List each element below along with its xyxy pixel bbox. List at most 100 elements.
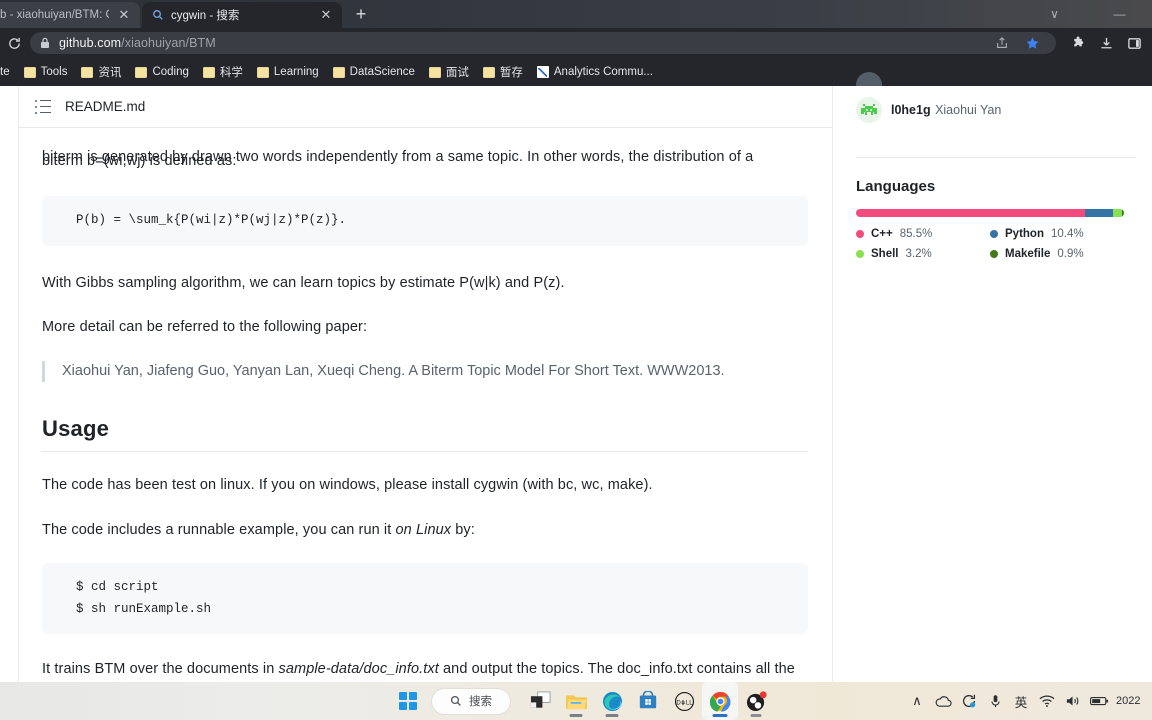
folder-icon [23, 66, 36, 78]
paragraph-gibbs: With Gibbs sampling algorithm, we can le… [42, 274, 565, 291]
sidebar-divider [856, 157, 1136, 158]
url-domain: github.com [59, 36, 122, 50]
language-legend-item[interactable]: Python 10.4% [990, 228, 1124, 240]
chart-icon [536, 66, 549, 78]
bookmark-label: Tools [40, 66, 68, 78]
browser-tab-0[interactable]: b - xiaohuiyan/BTM: Cod ✕ [0, 2, 140, 28]
list-unordered-icon[interactable] [35, 99, 51, 114]
bookmark-star-icon[interactable] [1018, 29, 1046, 57]
language-percent: 0.9% [1057, 248, 1084, 260]
paragraph-linux-note: The code has been test on linux. If you … [42, 477, 653, 494]
run-text-a: The code includes a runnable example, yo… [42, 521, 396, 538]
page-scrollbar[interactable] [1142, 86, 1152, 682]
language-bar-segment-makefile[interactable] [1121, 209, 1124, 217]
omnibox-actions [988, 29, 1046, 57]
code-line: $ sh runExample.sh [76, 601, 212, 616]
lock-icon [40, 37, 51, 49]
bookmark-item-6[interactable]: DataScience [326, 61, 422, 83]
tab-strip: b - xiaohuiyan/BTM: Cod ✕ cygwin - 搜索 ✕ … [0, 0, 1152, 28]
show-hidden-icons-icon[interactable]: ∧ [904, 682, 930, 720]
reload-icon[interactable] [0, 29, 28, 57]
active-indicator [712, 714, 728, 717]
bookmark-item-0[interactable]: te [0, 61, 17, 83]
code-line: $ cd script [76, 580, 159, 595]
battery-icon[interactable] [1086, 682, 1112, 720]
url-text: github.com/xiaohuiyan/BTM [59, 36, 216, 50]
ime-language-icon[interactable]: 英 [1008, 682, 1034, 720]
bookmark-item-9[interactable]: Analytics Commu... [530, 61, 660, 83]
language-legend-item[interactable]: C++ 85.5% [856, 228, 990, 240]
microphone-icon[interactable] [982, 682, 1008, 720]
bookmark-label: 暂存 [499, 67, 523, 79]
obs-icon[interactable] [738, 682, 774, 720]
run-text-em: on Linux [395, 521, 452, 538]
dell-icon[interactable]: D⋕LL [666, 682, 702, 720]
taskbar-clock[interactable]: 2022 [1112, 695, 1146, 708]
onedrive-icon[interactable] [930, 682, 956, 720]
language-color-dot [990, 230, 998, 238]
bookmark-item-4[interactable]: 科学 [196, 61, 250, 83]
bookmark-label: DataScience [349, 66, 415, 78]
languages-bar [856, 209, 1124, 217]
new-tab-button[interactable]: + [350, 4, 372, 26]
update-icon[interactable] [956, 682, 982, 720]
file-explorer-icon[interactable] [558, 682, 594, 720]
taskbar-center-group: 搜索 D⋕LL [390, 682, 774, 720]
share-icon[interactable] [988, 29, 1016, 57]
svg-text:D⋕LL: D⋕LL [676, 699, 693, 706]
bookmarks-bar: te Tools 资讯 Coding 科学 Learning DataScien… [0, 58, 1152, 86]
bookmark-item-3[interactable]: Coding [128, 61, 195, 83]
readme-right-rule [832, 86, 833, 682]
edge-icon[interactable] [594, 682, 630, 720]
language-legend-item[interactable]: Makefile 0.9% [990, 248, 1124, 260]
paragraph-more-detail: More detail can be referred to the follo… [42, 319, 368, 336]
active-indicator [569, 714, 583, 717]
wifi-icon[interactable] [1034, 682, 1060, 720]
search-icon [152, 9, 164, 21]
bookmark-label: 面试 [445, 67, 469, 79]
folder-icon [202, 66, 215, 78]
language-bar-segment-shell[interactable] [1112, 209, 1122, 217]
start-button[interactable] [390, 682, 426, 720]
languages-heading: Languages [856, 178, 936, 195]
search-icon [450, 695, 461, 706]
extensions-icon[interactable] [1064, 29, 1092, 57]
chrome-icon[interactable] [702, 682, 738, 720]
run-text-b: by: [451, 521, 475, 538]
minimize-icon[interactable]: — [1087, 0, 1152, 28]
contributor-row[interactable]: l0he1g Xiaohui Yan [856, 97, 1136, 123]
bookmark-item-2[interactable]: 资讯 [74, 61, 128, 83]
contributor-avatar-clipped[interactable] [856, 72, 882, 86]
language-color-dot [856, 250, 864, 258]
address-bar[interactable]: github.com/xiaohuiyan/BTM [30, 32, 1056, 54]
microsoft-store-icon[interactable] [630, 682, 666, 720]
side-panel-icon[interactable] [1120, 29, 1148, 57]
download-icon[interactable] [1092, 29, 1120, 57]
volume-icon[interactable] [1060, 682, 1086, 720]
close-icon[interactable]: ✕ [318, 7, 334, 23]
bookmark-item-8[interactable]: 暂存 [476, 61, 530, 83]
bookmark-item-7[interactable]: 面试 [422, 61, 476, 83]
language-color-dot [990, 250, 998, 258]
language-percent: 85.5% [899, 228, 933, 240]
language-bar-segment-python[interactable] [1085, 209, 1113, 217]
language-name: Python [1005, 228, 1044, 240]
browser-tab-1[interactable]: cygwin - 搜索 ✕ [142, 2, 342, 28]
search-placeholder: 搜索 [469, 696, 492, 708]
close-icon[interactable]: ✕ [116, 7, 132, 23]
windows-logo-icon [399, 692, 417, 710]
bookmark-item-1[interactable]: Tools [17, 61, 75, 83]
bookmark-label: 科学 [219, 67, 243, 79]
tab-search-chevron-down-icon[interactable]: ∨ [1022, 0, 1087, 28]
language-legend-item[interactable]: Shell 3.2% [856, 248, 990, 260]
bookmark-item-5[interactable]: Learning [250, 61, 326, 83]
page-content: README.md biterm is generated by drawn t… [0, 72, 1152, 699]
language-bar-segment-cpp[interactable] [856, 209, 1086, 217]
task-view-icon[interactable] [522, 682, 558, 720]
folder-icon [81, 66, 94, 78]
taskbar-search-box[interactable]: 搜索 [432, 688, 510, 714]
code-block-commands: $ cd script $ sh runExample.sh [42, 563, 808, 634]
language-name: C++ [871, 228, 893, 240]
trains-text-a: It trains BTM over the documents in [42, 660, 279, 677]
contributor-fullname: Xiaohui Yan [935, 103, 1002, 117]
